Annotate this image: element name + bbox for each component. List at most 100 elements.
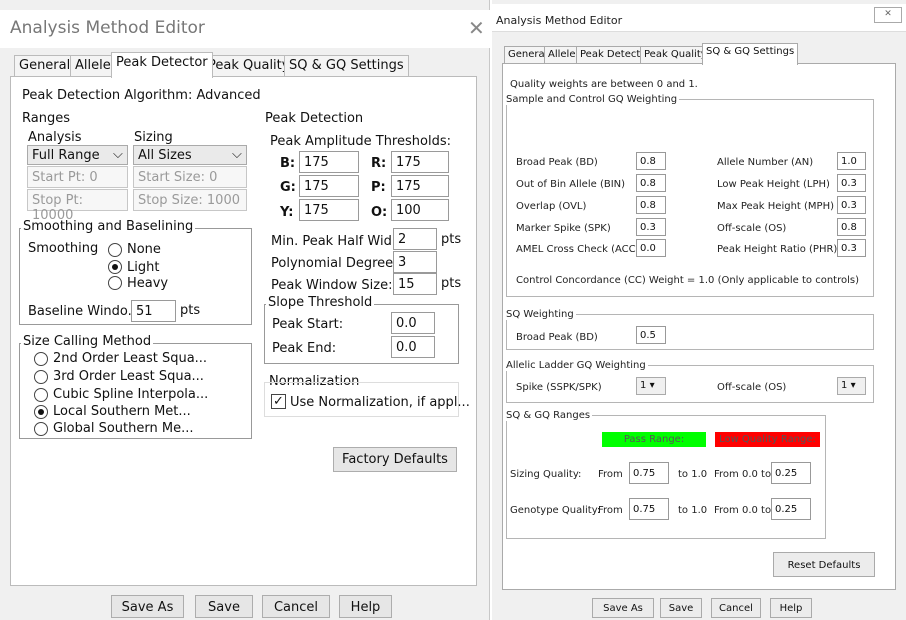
ladder-off-scale-select[interactable]: 1 ▾ (837, 377, 866, 395)
analysis-select[interactable]: Full Range ⌵ (27, 145, 128, 165)
tab-general[interactable]: General (14, 55, 76, 77)
polynomial-degree-label: Polynomial Degree: (271, 256, 398, 271)
tab-allele[interactable]: Allele (70, 55, 116, 77)
help-button[interactable]: Help (339, 595, 392, 618)
stop-size-value: 1000 (206, 193, 240, 208)
low-quality-range-header: Low Quality Range: (715, 432, 820, 447)
allele-number-label: Allele Number (AN) (717, 157, 814, 168)
low-peak-height-input[interactable]: 0.3 (837, 174, 866, 192)
y-threshold-input[interactable]: 175 (299, 199, 359, 221)
sizing-pass-from-input[interactable]: 0.75 (629, 462, 669, 484)
size-3rd-order-radio[interactable] (34, 370, 48, 384)
marker-spike-input[interactable]: 0.3 (636, 218, 666, 236)
amel-cross-check-input[interactable]: 0.0 (636, 239, 666, 257)
sizing-quality-from: From (598, 469, 623, 480)
r-threshold-input[interactable]: 175 (391, 151, 449, 173)
peak-window-unit: pts (441, 276, 462, 291)
save-button[interactable]: Save (195, 595, 253, 618)
close-icon[interactable]: ✕ (468, 16, 485, 40)
ranges-legend: Ranges (22, 111, 70, 126)
analysis-select-value: Full Range (32, 148, 100, 163)
caret-down-icon: ▾ (649, 380, 655, 391)
g-threshold-input[interactable]: 175 (299, 175, 359, 197)
genotype-pass-from-input[interactable]: 0.75 (629, 498, 669, 520)
slope-threshold-legend: Slope Threshold (266, 295, 375, 310)
start-pt-field[interactable]: Start Pt: 0 (27, 166, 128, 188)
size-2nd-order-label: 2nd Order Least Squa... (53, 351, 208, 366)
reset-defaults-button[interactable]: Reset Defaults (773, 552, 875, 577)
smoothing-none-radio[interactable] (108, 243, 122, 257)
out-of-bin-label: Out of Bin Allele (BIN) (516, 179, 626, 190)
size-global-southern-radio[interactable] (34, 422, 48, 436)
save-button[interactable]: Save (660, 598, 702, 618)
close-icon[interactable]: ✕ (874, 7, 902, 23)
help-button[interactable]: Help (770, 598, 812, 618)
overlap-input[interactable]: 0.8 (636, 196, 666, 214)
sizing-select[interactable]: All Sizes ⌵ (133, 145, 247, 165)
low-peak-height-label: Low Peak Height (LPH) (717, 179, 830, 190)
peak-end-label: Peak End: (272, 341, 337, 356)
out-of-bin-input[interactable]: 0.8 (636, 174, 666, 192)
spike-select[interactable]: 1 ▾ (636, 377, 666, 395)
peak-end-input[interactable]: 0.0 (391, 336, 435, 358)
off-scale-input[interactable]: 0.8 (837, 218, 866, 236)
tab-allele[interactable]: Allele (544, 46, 580, 64)
stop-pt-field[interactable]: Stop Pt: 10000 (27, 189, 128, 223)
caret-down-icon: ▾ (850, 380, 856, 391)
sq-broad-peak-input[interactable]: 0.5 (636, 326, 666, 344)
polynomial-degree-input[interactable]: 3 (393, 251, 437, 273)
use-normalization-checkbox[interactable]: ✓ (271, 394, 286, 409)
pass-range-header: Pass Range: (602, 432, 706, 447)
peak-height-ratio-input[interactable]: 0.3 (837, 239, 866, 257)
stop-size-field[interactable]: Stop Size: 1000 (133, 189, 247, 211)
b-threshold-input[interactable]: 175 (299, 151, 359, 173)
tab-peak-quality[interactable]: Peak Quality (640, 46, 711, 64)
size-2nd-order-radio[interactable] (34, 352, 48, 366)
sq-gq-ranges-legend: SQ & GQ Ranges (506, 410, 593, 421)
genotype-low-to-input[interactable]: 0.25 (771, 498, 811, 520)
spike-label: Spike (SSPK/SPK) (516, 382, 602, 393)
cancel-button[interactable]: Cancel (711, 598, 761, 618)
allele-number-input[interactable]: 1.0 (837, 152, 866, 170)
gq-weighting-legend: Sample and Control GQ Weighting (506, 94, 680, 105)
analysis-label: Analysis (28, 130, 82, 145)
broad-peak-input[interactable]: 0.8 (636, 152, 666, 170)
peak-detection-legend: Peak Detection (265, 111, 364, 126)
min-half-width-input[interactable]: 2 (393, 228, 437, 250)
smoothing-heavy-radio[interactable] (108, 276, 122, 290)
use-normalization-label: Use Normalization, if appl... (290, 395, 470, 410)
thresholds-label: Peak Amplitude Thresholds: (270, 134, 451, 149)
o-threshold-input[interactable]: 100 (391, 199, 449, 221)
factory-defaults-button[interactable]: Factory Defaults (333, 447, 457, 472)
spike-select-value: 1 (640, 380, 647, 391)
tab-peak-detector[interactable]: Peak Detector (111, 52, 213, 78)
overlap-label: Overlap (OVL) (516, 201, 587, 212)
size-local-southern-radio[interactable] (34, 405, 48, 419)
peak-start-input[interactable]: 0.0 (391, 312, 435, 334)
sizing-label: Sizing (134, 130, 173, 145)
peak-start-label: Peak Start: (272, 317, 344, 332)
tab-sq-gq-settings[interactable]: SQ & GQ Settings (284, 55, 409, 77)
p-threshold-input[interactable]: 175 (391, 175, 449, 197)
size-calling-legend: Size Calling Method (21, 334, 154, 349)
size-cubic-spline-radio[interactable] (34, 388, 48, 402)
smoothing-none-label: None (127, 242, 161, 257)
p-label: P: (371, 180, 386, 195)
cancel-button[interactable]: Cancel (262, 595, 330, 618)
start-size-field[interactable]: Start Size: 0 (133, 166, 247, 188)
start-pt-value: 0 (89, 170, 98, 185)
sizing-low-to-input[interactable]: 0.25 (771, 462, 811, 484)
peak-window-input[interactable]: 15 (393, 273, 437, 295)
baseline-window-input[interactable]: 51 (131, 300, 176, 322)
save-as-button[interactable]: Save As (111, 595, 184, 618)
max-peak-height-input[interactable]: 0.3 (837, 196, 866, 214)
save-as-button[interactable]: Save As (592, 598, 654, 618)
sizing-low-from: From 0.0 to (714, 469, 772, 480)
tab-sq-gq-settings[interactable]: SQ & GQ Settings (702, 43, 799, 65)
amel-cross-check-label: AMEL Cross Check (ACC) (516, 244, 640, 255)
tab-peak-quality[interactable]: Peak Quality (203, 55, 295, 77)
smoothing-light-radio[interactable] (108, 260, 122, 274)
gq-weighting-group (506, 99, 874, 297)
sizing-select-value: All Sizes (138, 148, 192, 163)
genotype-quality-label: Genotype Quality: (510, 505, 601, 516)
